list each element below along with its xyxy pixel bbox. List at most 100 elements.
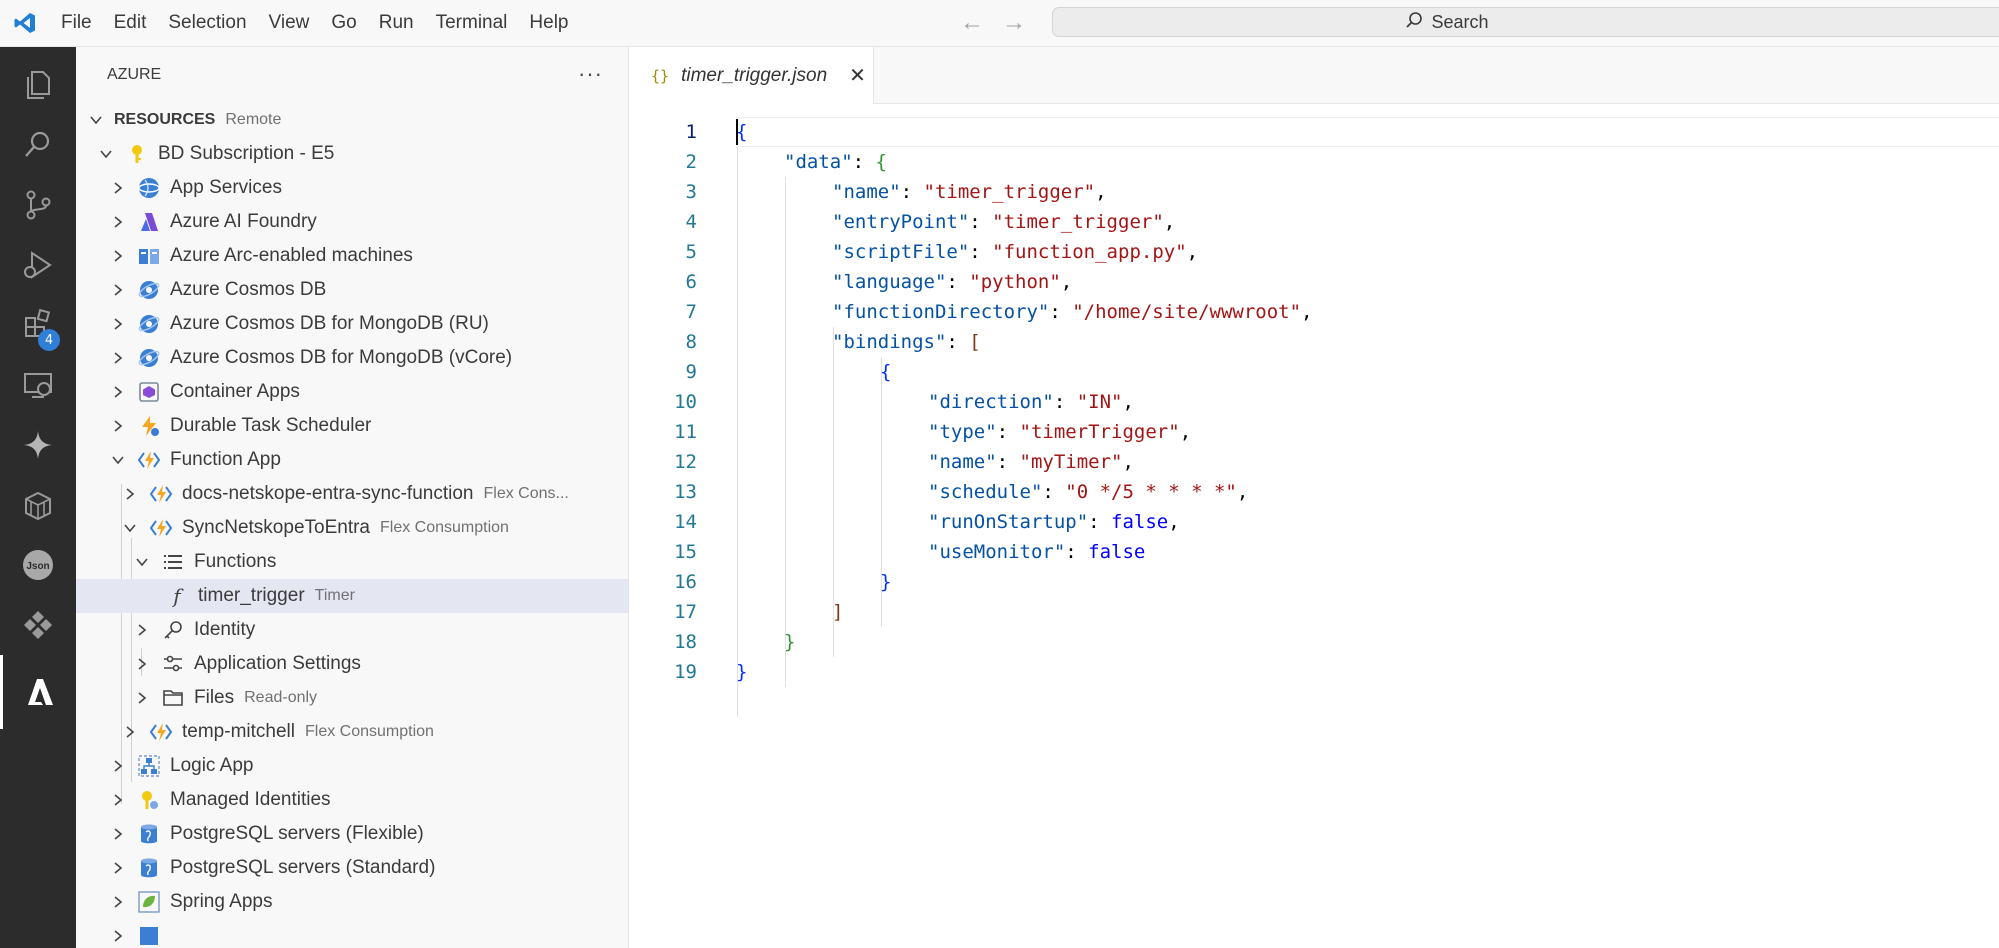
code-line: "runOnStartup": false, — [928, 507, 1180, 537]
tree-item-postgres-standard[interactable]: PostgreSQL servers (Standard) — [76, 851, 628, 885]
tools-icon[interactable] — [0, 595, 76, 655]
key-icon — [124, 141, 150, 167]
punct: , — [1163, 211, 1176, 233]
chevron-right-icon — [108, 756, 128, 776]
line-number: 14 — [674, 511, 697, 533]
json-string: "timerTrigger" — [1019, 421, 1180, 443]
tree-item-cosmos-mongo-vcore[interactable]: Azure Cosmos DB for MongoDB (vCore) — [76, 341, 628, 375]
function-timer-trigger[interactable]: f timer_trigger Timer — [76, 579, 628, 613]
menu-run[interactable]: Run — [368, 0, 425, 46]
function-app-icon — [136, 447, 162, 473]
remote-explorer-icon[interactable] — [0, 355, 76, 415]
resources-section-header[interactable]: RESOURCES Remote — [76, 103, 628, 137]
code-editor[interactable]: 1 2 3 4 5 6 7 8 9 10 11 12 13 14 15 16 1… — [629, 104, 1999, 948]
extensions-icon[interactable]: 4 — [0, 295, 76, 355]
tree-item-label: docs-netskope-entra-sync-function — [182, 483, 474, 504]
json-boolean: false — [1111, 511, 1169, 533]
tree-item-label: temp-mitchell — [182, 721, 295, 742]
app-services-icon — [136, 175, 162, 201]
line-number: 10 — [674, 391, 697, 413]
subscription-label: BD Subscription - E5 — [158, 143, 335, 164]
copilot-sparkle-icon[interactable] — [0, 415, 76, 475]
subscription-item[interactable]: BD Subscription - E5 — [76, 137, 628, 171]
function-app-sync-netskope[interactable]: SyncNetskopeToEntra Flex Consumption — [76, 511, 628, 545]
tree-item-label: SyncNetskopeToEntra — [182, 517, 370, 538]
source-control-icon[interactable] — [0, 175, 76, 235]
tree-item-container-apps[interactable]: Container Apps — [76, 375, 628, 409]
json-key: "runOnStartup" — [928, 511, 1089, 533]
tree-item-label: Spring Apps — [170, 891, 273, 912]
tab-timer-trigger-json[interactable]: {} timer_trigger.json ✕ — [629, 47, 874, 104]
line-number: 13 — [674, 481, 697, 503]
punct: : — [996, 421, 1020, 443]
tree-item-spring-apps[interactable]: Spring Apps — [76, 885, 628, 919]
chevron-right-icon — [132, 688, 152, 708]
menu-terminal[interactable]: Terminal — [425, 0, 519, 46]
tree-item-arc-machines[interactable]: Azure Arc-enabled machines — [76, 239, 628, 273]
back-arrow-icon[interactable]: ← — [960, 9, 984, 37]
logic-app-icon — [136, 753, 162, 779]
command-center-search[interactable]: Search — [1052, 7, 1999, 37]
identity-item[interactable]: Identity — [76, 613, 628, 647]
menu-selection[interactable]: Selection — [157, 0, 257, 46]
forward-arrow-icon[interactable]: → — [1002, 9, 1026, 37]
chevron-down-icon — [108, 450, 128, 470]
line-number: 2 — [685, 151, 697, 173]
punct: : — [969, 211, 993, 233]
chevron-right-icon — [108, 824, 128, 844]
punct: : — [946, 331, 970, 353]
punct: : — [852, 151, 876, 173]
tree-item-label: Function App — [170, 449, 281, 470]
tree-item-partial[interactable] — [76, 919, 628, 948]
code-line: "data": { — [784, 147, 887, 177]
tree-item-postgres-flexible[interactable]: PostgreSQL servers (Flexible) — [76, 817, 628, 851]
punct: : — [900, 181, 924, 203]
search-icon — [1405, 11, 1423, 34]
azure-icon[interactable] — [0, 655, 76, 729]
json-string: "function_app.py" — [992, 241, 1187, 263]
brace: { — [880, 361, 892, 383]
more-actions-icon[interactable]: ··· — [578, 61, 603, 87]
explorer-icon[interactable] — [0, 55, 76, 115]
brace: } — [736, 661, 748, 683]
tree-item-app-services[interactable]: App Services — [76, 171, 628, 205]
punct: , — [1186, 241, 1199, 263]
tree-item-ai-foundry[interactable]: Azure AI Foundry — [76, 205, 628, 239]
tree-item-logic-app[interactable]: Logic App — [76, 749, 628, 783]
menu-help[interactable]: Help — [518, 0, 579, 46]
function-app-docs-netskope[interactable]: docs-netskope-entra-sync-function Flex C… — [76, 477, 628, 511]
menu-go[interactable]: Go — [320, 0, 367, 46]
json-key: "bindings" — [832, 331, 947, 353]
menu-file[interactable]: File — [50, 0, 103, 46]
sidebar-title: AZURE — [107, 66, 162, 83]
code-line: { — [880, 357, 891, 387]
containers-icon[interactable] — [0, 475, 76, 535]
close-icon[interactable]: ✕ — [849, 63, 866, 88]
functions-folder[interactable]: Functions — [76, 545, 628, 579]
run-debug-icon[interactable] — [0, 235, 76, 295]
tree-item-function-app[interactable]: Function App — [76, 443, 628, 477]
editor-tab-bar: {} timer_trigger.json ✕ — [629, 47, 1999, 104]
key-outline-icon — [160, 617, 186, 643]
tree-item-durable-task[interactable]: Durable Task Scheduler — [76, 409, 628, 443]
activity-bar: 4 Json — [0, 47, 76, 948]
menu-view[interactable]: View — [258, 0, 321, 46]
tree-item-cosmos-db[interactable]: Azure Cosmos DB — [76, 273, 628, 307]
chevron-down-icon — [86, 110, 106, 130]
code-line: "language": "python", — [832, 267, 1072, 297]
app-settings-item[interactable]: Application Settings — [76, 647, 628, 681]
menu-edit[interactable]: Edit — [103, 0, 158, 46]
json-key: "language" — [832, 271, 947, 293]
search-view-icon[interactable] — [0, 115, 76, 175]
tree-item-managed-identities[interactable]: Managed Identities — [76, 783, 628, 817]
tree-item-label: Container Apps — [170, 381, 300, 402]
function-app-temp-mitchell[interactable]: temp-mitchell Flex Consumption — [76, 715, 628, 749]
json-extension-icon[interactable]: Json — [0, 535, 76, 595]
code-line: "name": "myTimer", — [928, 447, 1134, 477]
tree-item-cosmos-mongo-ru[interactable]: Azure Cosmos DB for MongoDB (RU) — [76, 307, 628, 341]
arc-machines-icon — [136, 243, 162, 269]
line-number: 4 — [685, 211, 697, 233]
cosmos-db-icon — [136, 345, 162, 371]
punct: , — [1301, 301, 1313, 323]
files-item[interactable]: Files Read-only — [76, 681, 628, 715]
